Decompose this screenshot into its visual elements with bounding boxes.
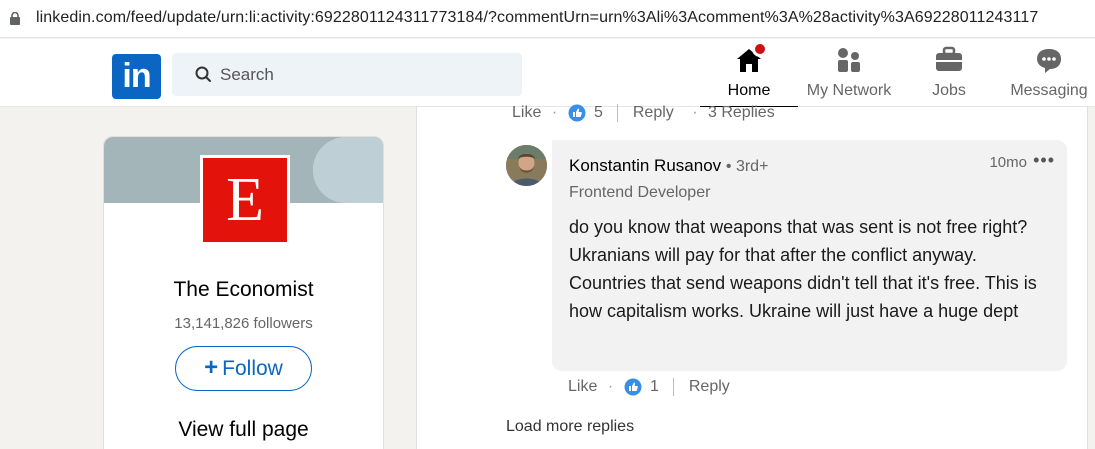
avatar[interactable] [506,145,547,186]
follow-label: Follow [222,357,283,380]
parent-comment-actions: Like · 5 Reply · 3 Replies [512,104,775,122]
reply-link[interactable]: Reply [689,378,730,396]
company-card: E The Economist 13,141,826 followers + Fo… [103,136,384,449]
notification-badge [752,41,768,57]
load-more-replies-button[interactable]: Load more replies [506,418,634,436]
replies-count[interactable]: 3 Replies [708,104,775,122]
reply-comment-bubble: Konstantin Rusanov • 3rd+ Frontend Devel… [552,140,1067,371]
linkedin-logo[interactable]: in [112,54,161,99]
reply-actions: Like · 1 Reply [568,378,730,396]
divider [617,104,619,122]
url-text[interactable]: linkedin.com/feed/update/urn:li:activity… [36,9,1038,27]
thumbs-up-icon [624,378,642,396]
search-box[interactable] [172,53,522,96]
company-logo[interactable]: E [200,155,290,245]
divider [673,378,675,396]
reaction-count[interactable]: 1 [650,378,659,396]
company-name[interactable]: The Economist [104,278,383,302]
separator-dot: · [551,104,558,121]
search-input[interactable] [220,53,510,96]
reply-link[interactable]: Reply [633,104,674,122]
search-icon [195,66,211,82]
connection-degree: • 3rd+ [725,158,769,175]
nav-label-jobs: Jobs [932,82,966,99]
comment-text: do you know that weapons that was sent i… [569,217,1037,321]
browser-address-bar[interactable]: linkedin.com/feed/update/urn:li:activity… [0,0,1095,38]
thumbs-up-icon [568,104,586,122]
reaction-count[interactable]: 5 [594,104,603,122]
lock-icon [10,12,20,25]
author-headline: Frontend Developer [569,184,711,201]
follow-button[interactable]: + Follow [175,346,312,391]
separator-dot: · [607,378,614,395]
reply-author-row: Konstantin Rusanov • 3rd+ [569,156,768,176]
network-icon [838,48,860,72]
more-options-icon[interactable]: ••• [1033,150,1055,171]
cover-decoration [313,137,383,203]
separator-dot: · [692,104,698,121]
nav-label-my-network: My Network [806,82,892,99]
plus-icon: + [204,354,219,381]
briefcase-icon [936,46,962,71]
nav-item-my-network[interactable]: My Network [800,39,898,107]
nav-item-messaging[interactable]: Messaging [1003,39,1095,107]
like-link[interactable]: Like [512,104,541,122]
profile-photo [506,145,547,186]
view-full-page-link[interactable]: View full page [104,418,383,442]
messaging-icon [1037,49,1061,73]
comment-timestamp: 10mo [989,154,1027,171]
nav-label-messaging: Messaging [1010,82,1088,99]
nav-item-jobs[interactable]: Jobs [905,39,993,107]
follower-count: 13,141,826 followers [174,315,313,332]
nav-item-home[interactable]: Home [700,39,798,108]
like-link[interactable]: Like [568,378,597,396]
author-name[interactable]: Konstantin Rusanov [569,156,721,175]
global-nav: in Home My Network Jobs [0,39,1095,108]
feed-post: Like · 5 Reply · 3 Replies Konstantin Ru… [416,104,1088,449]
nav-label-home: Home [727,82,771,99]
